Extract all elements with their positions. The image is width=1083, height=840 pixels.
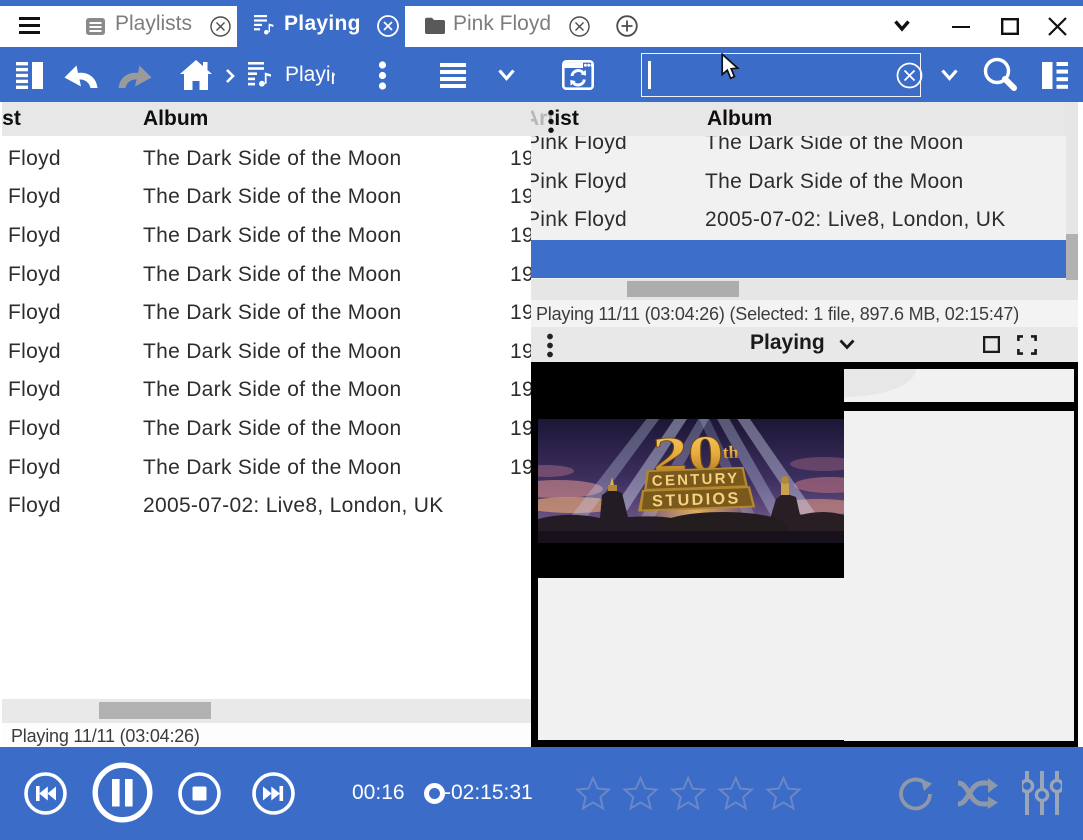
svg-text:th: th [722,442,739,463]
svg-text:STUDIOS: STUDIOS [652,489,741,510]
